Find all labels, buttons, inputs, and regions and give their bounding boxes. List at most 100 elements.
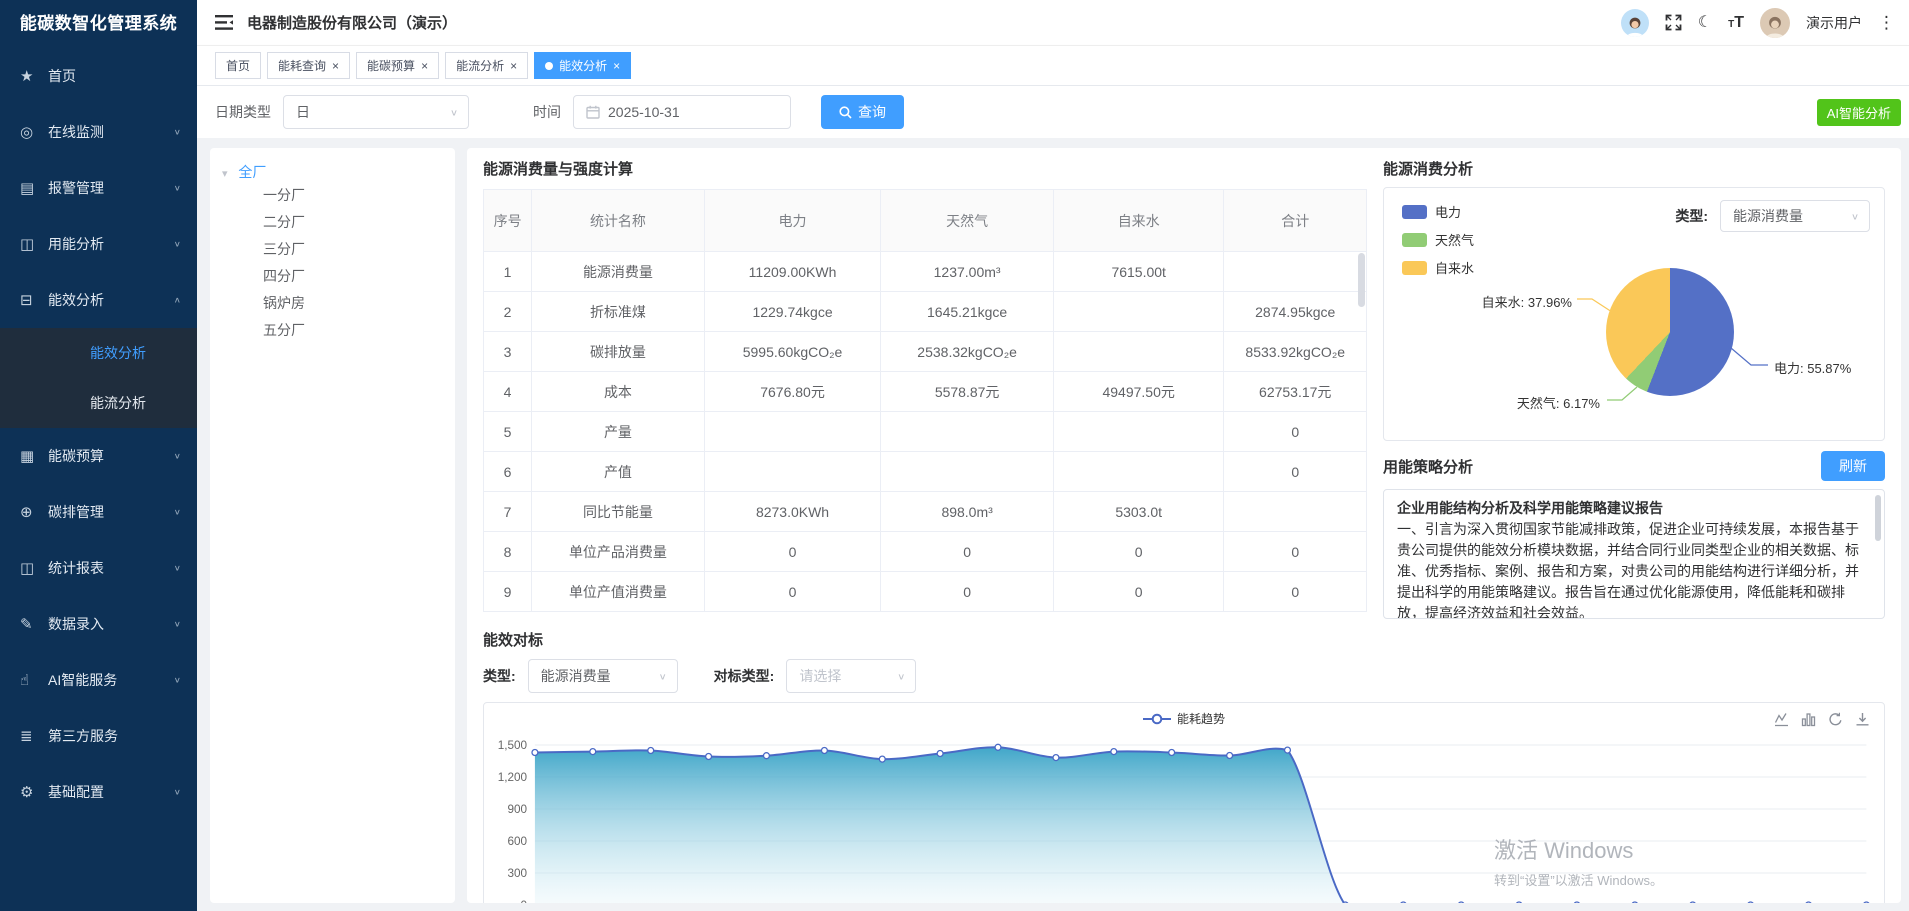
legend-item[interactable]: 电力 (1402, 202, 1474, 221)
table-row: 5 产量 0 (484, 412, 1367, 452)
tab-label: 能效分析 (559, 57, 607, 74)
tree-node[interactable]: 二分厂 (222, 209, 443, 236)
table-row: 6 产值 0 (484, 452, 1367, 492)
pie-type-select[interactable]: 能源消费量 ∨ (1720, 200, 1870, 232)
sidebar-item[interactable]: ◫ 用能分析 ∨ (0, 216, 197, 272)
sidebar-item[interactable]: ⊟ 能效分析 ∧ (0, 272, 197, 328)
close-tab-icon[interactable]: × (332, 59, 339, 73)
date-picker-input[interactable]: 2025-10-31 (573, 95, 791, 129)
svg-text:300: 300 (507, 866, 527, 880)
fullscreen-icon[interactable] (1665, 14, 1682, 31)
sidebar-item[interactable]: ▦ 能碳预算 ∨ (0, 428, 197, 484)
refresh-button[interactable]: 刷新 (1821, 451, 1885, 481)
right-panel: 能源消费分析 电力 (1383, 158, 1885, 619)
caret-down-icon[interactable]: ▾ (222, 168, 228, 180)
chevron-down-icon: ∨ (659, 671, 667, 681)
svg-text:0: 0 (521, 898, 528, 903)
sidebar-item[interactable]: ★ 首页 (0, 48, 197, 104)
cell-water (1053, 452, 1224, 492)
bar-chart-icon[interactable] (1801, 712, 1816, 727)
query-button[interactable]: 查询 (821, 95, 904, 129)
date-type-select[interactable]: 日 ∨ (283, 95, 469, 129)
sidebar-item[interactable]: ⊕ 碳排管理 ∨ (0, 484, 197, 540)
tab-label: 首页 (226, 57, 250, 74)
trend-legend[interactable]: 能耗趋势 (1143, 710, 1225, 727)
font-size-icon[interactable]: TT (1728, 15, 1744, 31)
ai-analysis-button[interactable]: AI智能分析 (1817, 99, 1901, 126)
sidebar-item[interactable]: ◫ 统计报表 ∨ (0, 540, 197, 596)
tree-node[interactable]: 三分厂 (222, 236, 443, 263)
cell-power: 5995.60kgCO₂e (704, 332, 881, 372)
table-scrollbar[interactable] (1358, 253, 1365, 307)
sidebar-item[interactable]: ◎ 在线监测 ∨ (0, 104, 197, 160)
close-tab-icon[interactable]: × (613, 59, 620, 73)
table-row: 1 能源消费量 11209.00KWh 1237.00m³ 7615.00t (484, 252, 1367, 292)
report-body: 一、引言为深入贯彻国家节能减排政策，促进企业可持续发展，本报告基于贵公司提供的能… (1397, 519, 1868, 619)
cell-total: 62753.17元 (1224, 372, 1367, 412)
col-header: 合计 (1224, 190, 1367, 252)
view-tab[interactable]: 首页 × (215, 52, 261, 79)
sidebar-item[interactable]: ≣ 第三方服务 (0, 708, 197, 764)
assistant-avatar[interactable] (1621, 9, 1649, 37)
legend-item[interactable]: 自来水 (1402, 258, 1474, 277)
line-chart-icon[interactable] (1774, 712, 1789, 727)
view-tab[interactable]: 能碳预算 × (356, 52, 439, 79)
content-body: ▾ 全厂 一分厂 二分厂 三分厂 四分厂 锅炉房 (197, 138, 1909, 911)
sidebar-item-label: 能流分析 (90, 393, 181, 413)
calendar-icon (586, 105, 600, 119)
user-avatar[interactable] (1760, 8, 1790, 38)
sidebar-item-label: 能碳预算 (48, 446, 174, 466)
view-tab[interactable]: 能流分析 × (445, 52, 528, 79)
sidebar-item-label: 首页 (48, 66, 181, 86)
view-tab[interactable]: 能效分析 × (534, 52, 631, 79)
close-tab-icon[interactable]: × (421, 59, 428, 73)
sidebar-item[interactable]: ▤ 报警管理 ∨ (0, 160, 197, 216)
chevron-icon: ∨ (174, 128, 181, 137)
strategy-report[interactable]: 企业用能结构分析及科学用能策略建议报告 一、引言为深入贯彻国家节能减排政策，促进… (1383, 489, 1885, 619)
eye-icon: ◎ (20, 123, 48, 141)
collapse-menu-icon[interactable] (215, 15, 233, 30)
more-menu-icon[interactable]: ⋮ (1878, 13, 1895, 33)
cell-index: 5 (484, 412, 532, 452)
download-icon[interactable] (1855, 712, 1870, 727)
legend-label: 自来水 (1435, 258, 1474, 277)
layers-icon: ≣ (20, 727, 48, 745)
cell-index: 6 (484, 452, 532, 492)
sidebar-item[interactable]: ✎ 数据录入 ∨ (0, 596, 197, 652)
company-title: 电器制造股份有限公司（演示） (247, 12, 457, 33)
sidebar-item-label: 在线监测 (48, 122, 174, 142)
strategy-scrollbar[interactable] (1875, 495, 1881, 541)
bench-target-select[interactable]: 请选择 ∨ (786, 659, 916, 693)
legend-item[interactable]: 天然气 (1402, 230, 1474, 249)
tree-node[interactable]: 锅炉房 (222, 290, 443, 317)
sidebar-item[interactable]: 能流分析 (0, 378, 197, 428)
sidebar-menu: ★ 首页 ◎ 在线监测 ∨ ▤ 报警管理 ∨ ◫ (0, 48, 197, 820)
sidebar-item[interactable]: 能效分析 (0, 328, 197, 378)
sidebar-item-label: 能效分析 (90, 343, 181, 363)
tree-node-root[interactable]: ▾ 全厂 (222, 162, 443, 182)
view-tab[interactable]: 能耗查询 × (267, 52, 350, 79)
dark-mode-icon[interactable]: ☾ (1698, 15, 1712, 31)
cell-total: 0 (1224, 572, 1367, 612)
cell-index: 2 (484, 292, 532, 332)
user-name[interactable]: 演示用户 (1806, 13, 1862, 33)
svg-text:600: 600 (507, 834, 527, 848)
chevron-icon: ∨ (174, 676, 181, 685)
tree-node[interactable]: 五分厂 (222, 317, 443, 344)
sidebar-item[interactable]: ☝ AI智能服务 ∨ (0, 652, 197, 708)
refresh-icon[interactable] (1828, 712, 1843, 727)
tree-node[interactable]: 一分厂 (222, 182, 443, 209)
benchmark-title: 能效对标 (483, 629, 1885, 650)
legend-line-icon (1143, 713, 1171, 725)
sidebar-item[interactable]: ⚙ 基础配置 ∨ (0, 764, 197, 820)
tree-node[interactable]: 四分厂 (222, 263, 443, 290)
bench-type-select[interactable]: 能源消费量 ∨ (528, 659, 678, 693)
pie-chart[interactable] (1606, 268, 1734, 396)
tab-label: 能碳预算 (367, 57, 415, 74)
cell-water: 7615.00t (1053, 252, 1224, 292)
cell-power (704, 452, 881, 492)
close-tab-icon[interactable]: × (510, 59, 517, 73)
trend-chart[interactable]: 03006009001,2001,50000:0001:0002:0003:00… (484, 733, 1884, 903)
consumption-section: 能源消费量与强度计算 序号 统计名称 电力 天然气 (483, 158, 1367, 619)
compass-icon: ⊕ (20, 503, 48, 521)
